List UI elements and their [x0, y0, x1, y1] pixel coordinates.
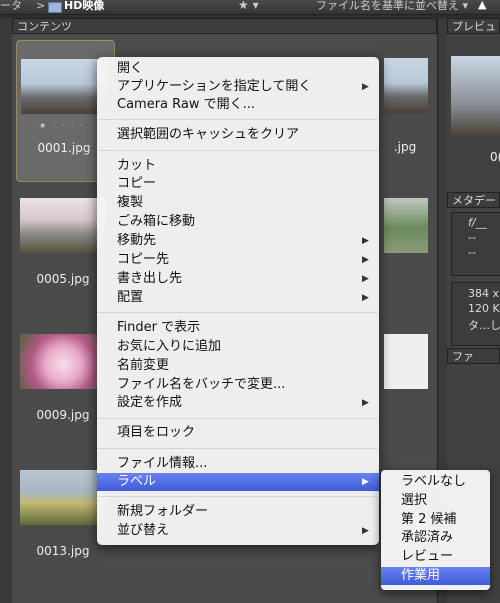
label-second[interactable]: 第 2 候補	[381, 511, 490, 529]
menu-item-open-with[interactable]: アプリケーションを指定して開く ▶	[97, 78, 379, 96]
preview-filename: 0(	[490, 150, 500, 164]
menu-item-place[interactable]: 配置 ▶	[97, 289, 379, 307]
file-size: 120 K	[468, 302, 500, 315]
breadcrumb-parent[interactable]: ータ	[0, 0, 22, 12]
menu-item-sort[interactable]: 並び替え ▶	[97, 522, 379, 540]
thumbnail-image	[20, 470, 106, 525]
menu-item-new-folder[interactable]: 新規フォルダー	[97, 503, 379, 521]
menu-item-create-settings[interactable]: 設定を作成 ▶	[97, 394, 379, 412]
menu-item-reveal-in-finder[interactable]: Finder で表示	[97, 319, 379, 337]
context-menu: 開く アプリケーションを指定して開く ▶ Camera Raw で開く... 選択…	[97, 57, 379, 545]
thumbnail-filename: 0013.jpg	[36, 544, 90, 558]
menu-item-batch-rename[interactable]: ファイル名をバッチで変更...	[97, 376, 379, 394]
menu-item-open[interactable]: 開く	[97, 60, 379, 78]
menu-item-open-camera-raw[interactable]: Camera Raw で開く...	[97, 96, 379, 114]
folder-icon	[48, 2, 62, 13]
label-none[interactable]: ラベルなし	[381, 473, 490, 491]
label-review[interactable]: レビュー	[381, 548, 490, 566]
submenu-arrow-icon: ▶	[362, 274, 369, 284]
thumbnail-image	[384, 198, 428, 253]
submenu-arrow-icon: ▶	[362, 398, 369, 408]
thumbnail-image	[21, 59, 107, 114]
content-panel-tab[interactable]: コンテンツ	[12, 18, 437, 34]
sort-dropdown[interactable]: ファイル名を基準に並べ替え ▾	[316, 0, 468, 12]
menu-separator	[98, 150, 378, 151]
aperture-value: f/__	[468, 216, 487, 229]
metadata-panel-tab[interactable]: メタデー	[447, 192, 500, 208]
menu-item-export-to[interactable]: 書き出し先 ▶	[97, 270, 379, 288]
thumbnail-image	[384, 58, 428, 113]
sort-direction-icon[interactable]: ▲	[478, 0, 486, 11]
submenu-arrow-icon: ▶	[362, 477, 369, 487]
label-approved[interactable]: 承認済み	[381, 529, 490, 547]
file-info-tab-label: ファ	[452, 350, 474, 363]
menu-separator	[98, 448, 378, 449]
menu-item-move-to[interactable]: 移動先 ▶	[97, 232, 379, 250]
thumbnail-filename: 0009.jpg	[36, 408, 90, 422]
breadcrumb-current-folder[interactable]: HD映像	[64, 0, 104, 12]
thumbnail-image	[384, 334, 428, 389]
file-info-panel-tab[interactable]: ファ	[447, 348, 500, 364]
menu-item-cut[interactable]: カット	[97, 157, 379, 175]
submenu-arrow-icon: ▶	[362, 293, 369, 303]
menu-separator	[98, 418, 378, 419]
label-select[interactable]: 選択	[381, 492, 490, 510]
preview-tab-label: プレビュ	[452, 20, 496, 33]
thumbnail-filename: .jpg	[393, 140, 417, 154]
submenu-arrow-icon: ▶	[362, 526, 369, 536]
menu-item-file-info[interactable]: ファイル情報...	[97, 455, 379, 473]
path-bar: ータ > HD映像 ★ ▾ ファイル名を基準に並べ替え ▾ ▲	[0, 0, 500, 15]
star-filter-icon[interactable]: ★ ▾	[238, 0, 259, 11]
menu-item-purge-cache[interactable]: 選択範囲のキャッシュをクリア	[97, 126, 379, 144]
image-dimensions: 384 x	[468, 287, 500, 300]
thumbnail-image	[20, 198, 106, 253]
preview-panel-tab[interactable]: プレビュ	[447, 18, 500, 34]
menu-item-copy-to[interactable]: コピー先 ▶	[97, 251, 379, 269]
metadata-tab-label: メタデー	[452, 194, 496, 207]
menu-item-lock-item[interactable]: 項目をロック	[97, 424, 379, 442]
shutter-value: --	[468, 231, 476, 244]
menu-item-add-to-favorites[interactable]: お気に入りに追加	[97, 338, 379, 356]
menu-item-copy[interactable]: コピー	[97, 175, 379, 193]
thumbnail-image	[20, 334, 106, 389]
rating-stars[interactable]: ★ · · · ·	[39, 121, 85, 130]
iso-value: --	[468, 246, 476, 259]
metadata-camera-box: f/__ -- --	[451, 212, 500, 276]
content-tab-label: コンテンツ	[17, 20, 72, 33]
metadata-file-box: 384 x 120 K タ…し	[451, 282, 500, 346]
label-to-do[interactable]: 作業用	[381, 567, 490, 585]
menu-item-move-to-trash[interactable]: ごみ箱に移動	[97, 213, 379, 231]
submenu-arrow-icon: ▶	[362, 255, 369, 265]
breadcrumb-separator: >	[36, 0, 46, 12]
menu-item-rename[interactable]: 名前変更	[97, 357, 379, 375]
label-submenu: ラベルなし 選択 第 2 候補 承認済み レビュー 作業用	[381, 470, 490, 590]
thumbnail-filename: 0005.jpg	[36, 272, 90, 286]
menu-item-duplicate[interactable]: 複製	[97, 194, 379, 212]
menu-item-label[interactable]: ラベル ▶	[97, 473, 379, 491]
menu-separator	[98, 312, 378, 313]
submenu-arrow-icon: ▶	[362, 82, 369, 92]
menu-separator	[98, 496, 378, 497]
menu-separator	[98, 119, 378, 120]
file-type: タ…し	[468, 319, 500, 332]
preview-image	[451, 56, 500, 136]
submenu-arrow-icon: ▶	[362, 236, 369, 246]
